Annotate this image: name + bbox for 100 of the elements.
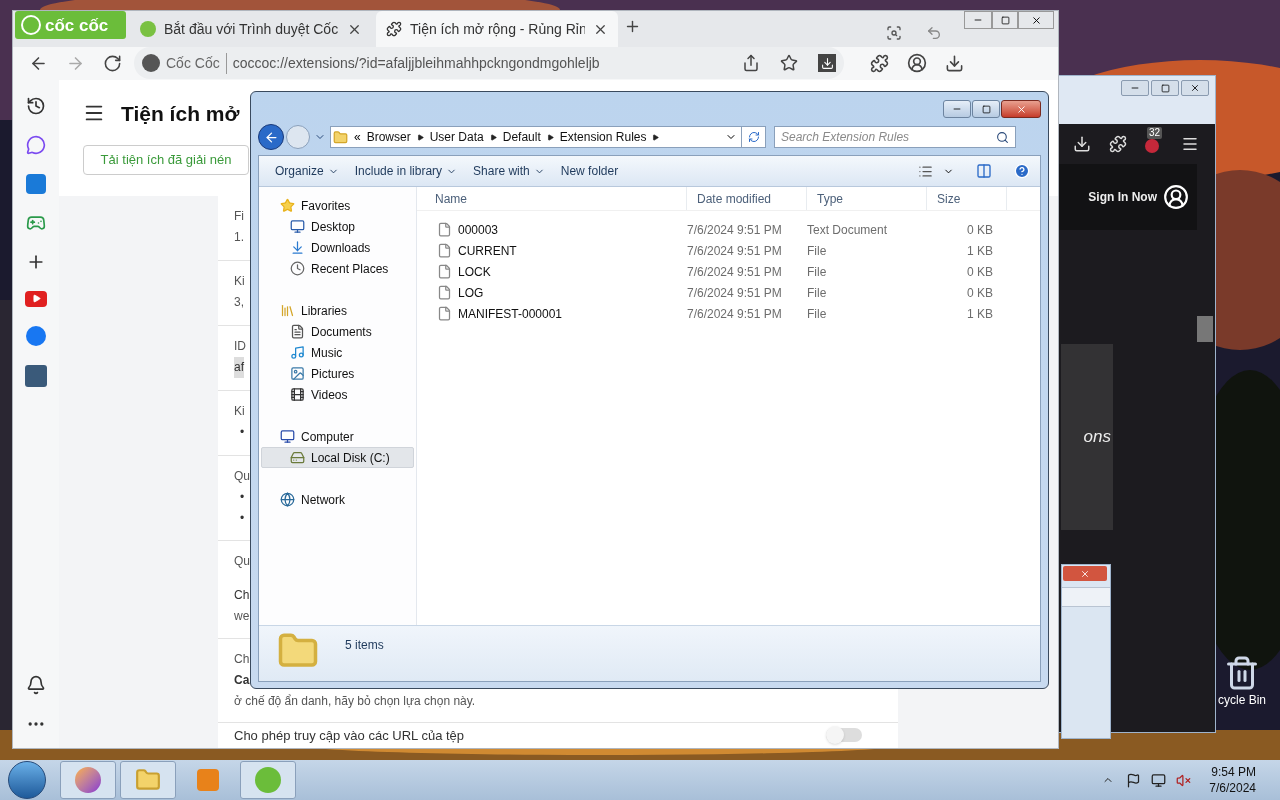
breadcrumb-overflow[interactable]: « <box>354 128 361 146</box>
search-field[interactable]: Search Extension Rules <box>774 126 1016 148</box>
column-header[interactable]: Name <box>425 187 687 210</box>
nav-item[interactable]: Favorites <box>261 195 414 216</box>
view-icon[interactable] <box>918 163 933 179</box>
column-header[interactable]: Size <box>927 187 1007 210</box>
nav-item[interactable]: Pictures <box>261 363 414 384</box>
volume-muted-icon[interactable] <box>1176 772 1192 788</box>
close-icon <box>1080 568 1090 579</box>
back-button[interactable] <box>258 124 284 150</box>
notification-icon[interactable] <box>26 675 46 695</box>
tab-search-icon[interactable] <box>886 25 902 41</box>
video-app-icon[interactable] <box>25 290 47 307</box>
column-header[interactable]: Type <box>807 187 927 210</box>
bookmark-icon[interactable] <box>780 54 798 73</box>
file-name[interactable]: MANIFEST-000001 <box>458 304 563 323</box>
breadcrumb-item[interactable]: User Data <box>429 128 484 146</box>
downloads-icon <box>290 240 305 255</box>
breadcrumb-item[interactable]: Extension Rules <box>559 128 647 146</box>
download-icon[interactable] <box>1073 135 1091 153</box>
close-button[interactable] <box>1001 100 1041 118</box>
desktop-icon[interactable]: cycle Bin <box>1218 655 1267 709</box>
detail-text: Ca <box>234 671 250 689</box>
separator-icon <box>546 133 554 141</box>
download-icon[interactable] <box>818 54 836 73</box>
bullet-text: • <box>239 488 245 506</box>
extensions-icon[interactable] <box>870 53 889 73</box>
detail-text: Qu <box>234 467 250 485</box>
avatar-icon[interactable] <box>1163 184 1189 210</box>
detail-text: af <box>234 356 244 378</box>
maximize-icon <box>1000 15 1010 25</box>
file-name[interactable]: CURRENT <box>458 241 517 260</box>
date-cell-text: 7/6/2024 9:51 PM <box>687 305 783 323</box>
sign-in-link[interactable]: Sign In Now <box>1088 188 1157 206</box>
detail-text: 3, <box>234 293 244 311</box>
item-count: 5 items <box>345 637 384 654</box>
network-icon[interactable] <box>1151 772 1167 788</box>
file-icon <box>437 285 452 300</box>
nav-item[interactable]: Libraries <box>261 300 414 321</box>
toolbar-button[interactable]: Include in library <box>346 159 466 183</box>
taskbar-button[interactable] <box>60 761 116 799</box>
nav-item[interactable]: Recent Places <box>261 258 414 279</box>
nav-item[interactable]: Network <box>261 489 414 510</box>
nav-item[interactable]: Music <box>261 342 414 363</box>
load-unpacked-button[interactable]: Tải tiện ích đã giải nén <box>83 145 249 175</box>
toggle-switch[interactable] <box>826 728 862 743</box>
nav-item[interactable]: Computer <box>261 426 414 447</box>
toolbar-button[interactable]: New folder <box>552 159 627 183</box>
new-tab-icon[interactable] <box>624 18 641 35</box>
maximize-button[interactable] <box>1151 80 1179 96</box>
browser-tab[interactable]: Bắt đầu với Trình duyệt Cốc <box>130 11 372 47</box>
panel-text: ons <box>1083 426 1111 449</box>
nav-item[interactable]: Downloads <box>261 237 414 258</box>
detail-text: 1. <box>234 228 244 246</box>
history-icon[interactable] <box>26 95 46 116</box>
nav-item[interactable]: Local Disk (C:) <box>261 447 414 468</box>
nav-item[interactable]: Desktop <box>261 216 414 237</box>
file-name[interactable]: LOG <box>458 283 484 302</box>
nav-item[interactable]: Documents <box>261 321 414 342</box>
file-name[interactable]: LOCK <box>458 262 491 281</box>
close-button[interactable] <box>1181 80 1209 96</box>
flag-icon[interactable] <box>1126 772 1142 788</box>
share-icon[interactable] <box>742 54 760 73</box>
date-cell-text: 7/6/2024 9:51 PM <box>687 263 783 281</box>
column-header[interactable]: Date modified <box>687 187 807 210</box>
maximize-icon <box>1160 83 1170 93</box>
puzzle-icon[interactable] <box>1109 135 1127 153</box>
recycle-bin-icon <box>1224 655 1260 691</box>
detail-text: Qu <box>234 552 250 570</box>
back-arrow-icon[interactable] <box>926 25 942 41</box>
clock[interactable]: 9:54 PM 7/6/2024 <box>1209 764 1256 796</box>
nav-item[interactable]: Videos <box>261 384 414 405</box>
maximize-icon <box>981 104 991 114</box>
search-icon <box>996 130 1009 144</box>
minimize-button[interactable] <box>964 11 992 29</box>
minimize-button[interactable] <box>1121 80 1149 96</box>
download-icon[interactable] <box>945 53 964 73</box>
libraries-icon <box>280 303 295 318</box>
address-bar[interactable]: Cốc Cốc coccoc://extensions/?id=afaljjbleihmahhpckngondmgohleljb <box>134 47 844 80</box>
messenger-icon[interactable] <box>26 134 46 155</box>
preview-pane-icon[interactable] <box>976 163 992 179</box>
file-icon <box>437 222 452 237</box>
address-bar[interactable]: « Browser User Data Default Extension Rules <box>330 126 766 148</box>
help-icon[interactable] <box>1014 163 1030 179</box>
maximize-button[interactable] <box>992 11 1018 29</box>
profile-icon[interactable] <box>907 53 927 74</box>
toolbar-button[interactable]: Organize <box>267 159 347 183</box>
close-icon <box>1015 103 1027 115</box>
toolbar-button[interactable]: Share with <box>465 159 553 183</box>
size-cell-text: 0 KB <box>966 221 993 239</box>
maximize-button[interactable] <box>972 100 1000 118</box>
breadcrumb-item[interactable]: Default <box>502 128 541 146</box>
menu-icon[interactable] <box>1181 135 1199 153</box>
reload-icon[interactable] <box>103 53 122 73</box>
browser-tab[interactable]: Tiện ích mở rộng - Rủng Rỉn <box>376 11 618 47</box>
start-button[interactable] <box>8 761 46 799</box>
minimize-button[interactable] <box>943 100 971 118</box>
breadcrumb-item[interactable]: Browser <box>366 128 411 146</box>
file-name[interactable]: 000003 <box>458 220 499 239</box>
social-app-icon[interactable] <box>26 325 46 346</box>
